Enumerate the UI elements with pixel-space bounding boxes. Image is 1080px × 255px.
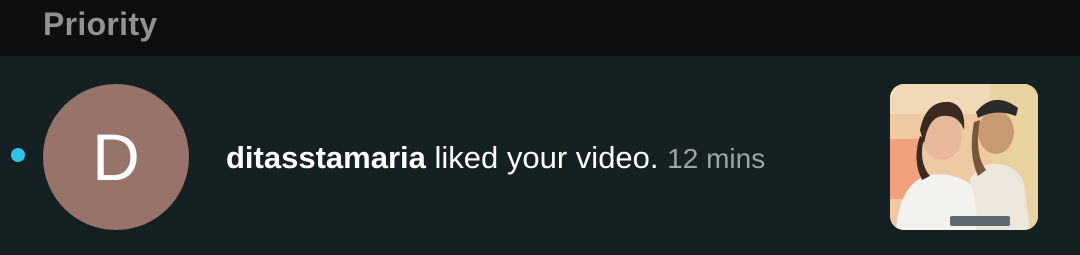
- notification-timestamp: 12 mins: [667, 143, 766, 174]
- username-link[interactable]: ditasstamaria: [226, 140, 426, 175]
- section-title: Priority: [43, 6, 158, 42]
- video-thumbnail[interactable]: [890, 84, 1038, 230]
- video-thumbnail-image: [890, 84, 1038, 230]
- notification-message: ditasstamaria liked your video. 12 mins: [226, 138, 765, 179]
- unread-indicator: [11, 148, 25, 162]
- section-header: Priority: [0, 0, 1080, 56]
- avatar[interactable]: D: [43, 84, 189, 230]
- avatar-letter: D: [92, 120, 140, 194]
- notification-item[interactable]: D ditasstamaria liked your video. 12 min…: [0, 56, 1080, 255]
- notification-action-text: liked your video.: [434, 140, 659, 175]
